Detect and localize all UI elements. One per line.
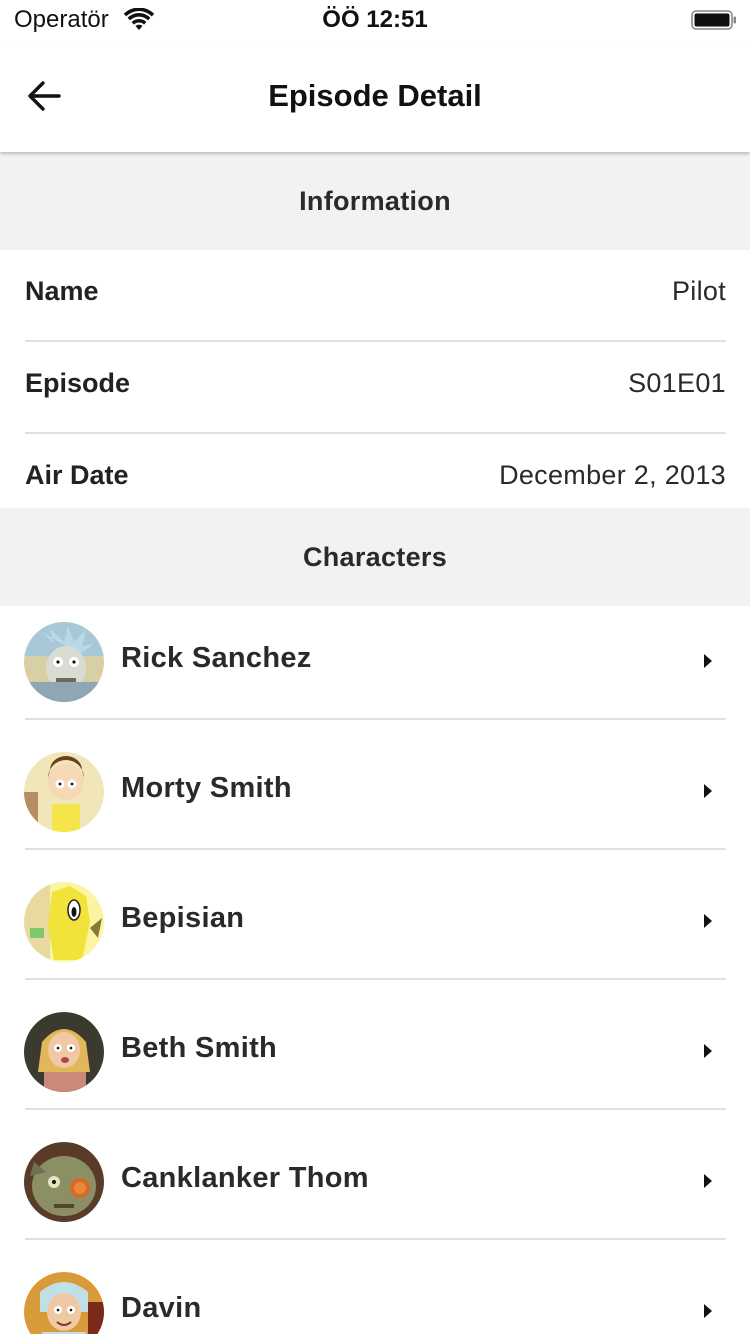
navigation-bar: Episode Detail: [0, 42, 750, 152]
divider: [25, 1108, 726, 1110]
divider: [25, 848, 726, 850]
chevron-right-icon: [704, 1174, 712, 1188]
chevron-right-icon: [704, 914, 712, 928]
chevron-right-icon: [704, 654, 712, 668]
info-value: December 2, 2013: [499, 459, 726, 490]
divider: [25, 978, 726, 980]
character-name: Canklanker Thom: [121, 1162, 369, 1194]
character-row-morty-smith[interactable]: Morty Smith: [0, 736, 750, 866]
avatar: [24, 752, 104, 832]
divider: [25, 718, 726, 720]
character-list[interactable]: Rick Sanchez Morty Smith Bepisian Beth S…: [0, 606, 750, 1334]
character-name: Bepisian: [121, 902, 245, 934]
battery-icon: [691, 10, 736, 30]
character-name: Davin: [121, 1292, 202, 1324]
characters-section-header: Characters: [0, 508, 750, 606]
avatar: [24, 622, 104, 702]
info-value: Pilot: [671, 275, 726, 306]
character-row-rick-sanchez[interactable]: Rick Sanchez: [0, 606, 750, 736]
avatar: [24, 1142, 104, 1222]
information-section-header: Information: [0, 152, 750, 250]
status-bar: Operatör ÖÖ 12:51: [0, 0, 750, 42]
info-row-name: Name Pilot: [25, 245, 726, 337]
character-name: Rick Sanchez: [121, 642, 312, 674]
avatar: [24, 1272, 104, 1334]
divider: [25, 1238, 726, 1240]
chevron-right-icon: [704, 1044, 712, 1058]
chevron-right-icon: [704, 1304, 712, 1318]
chevron-right-icon: [704, 784, 712, 798]
page-title: Episode Detail: [268, 78, 482, 113]
character-row-beth-smith[interactable]: Beth Smith: [0, 996, 750, 1126]
info-row-episode: Episode S01E01: [25, 337, 726, 429]
info-label: Episode: [25, 367, 131, 398]
status-time: ÖÖ 12:51: [322, 6, 428, 33]
character-row-bepisian[interactable]: Bepisian: [0, 866, 750, 996]
character-row-canklanker-thom[interactable]: Canklanker Thom: [0, 1126, 750, 1256]
info-label: Name: [25, 275, 99, 306]
info-label: Air Date: [25, 459, 129, 490]
character-name: Beth Smith: [121, 1032, 278, 1064]
character-name: Morty Smith: [121, 772, 292, 804]
avatar: [24, 1012, 104, 1092]
character-row-davin[interactable]: Davin: [0, 1256, 750, 1334]
avatar: [24, 882, 104, 962]
info-value: S01E01: [628, 367, 726, 398]
